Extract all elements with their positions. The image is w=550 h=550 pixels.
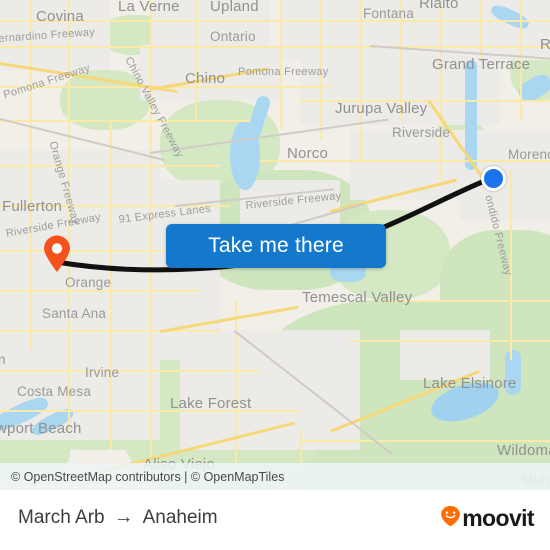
trip-destination-label: Anaheim [142,506,218,528]
map-pin-icon [44,235,70,272]
moovit-wordmark: moovit [462,505,534,531]
attribution-text[interactable]: © OpenStreetMap contributors | © OpenMap… [0,470,284,484]
moovit-trip-map-screen: ernardino Freeway Pomona Freeway Chino Val… [0,0,550,550]
destination-pin-marker[interactable] [42,235,72,273]
moovit-logo[interactable]: moovit [440,505,535,532]
arrow-right-icon: → [113,506,134,528]
take-me-there-button[interactable]: Take me there [166,224,386,268]
map-attribution-bar: © OpenStreetMap contributors | © OpenMap… [0,463,550,490]
trip-origin-label: March Arb [18,506,105,528]
trip-title: March Arb → Anaheim [18,506,218,529]
take-me-there-label: Take me there [208,234,344,257]
moovit-pin-icon [440,505,461,532]
origin-dot-marker[interactable] [481,166,506,191]
map-canvas[interactable]: ernardino Freeway Pomona Freeway Chino Val… [0,0,550,490]
